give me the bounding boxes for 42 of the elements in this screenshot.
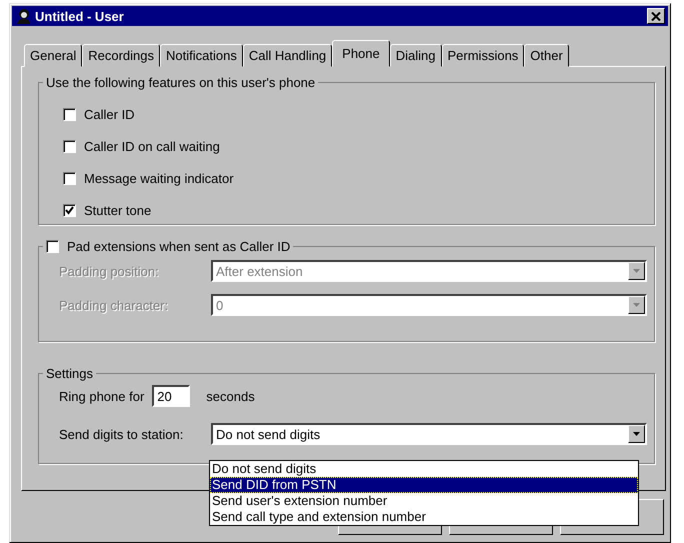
- close-icon: [651, 12, 661, 20]
- dropdown-option[interactable]: Send call type and extension number: [210, 509, 638, 525]
- person-icon: [15, 8, 31, 24]
- field-label: Ring phone for: [59, 388, 144, 404]
- caret-icon: [633, 269, 640, 273]
- tab[interactable]: Permissions: [442, 44, 524, 67]
- field-label: Send digits to station:: [59, 426, 184, 442]
- checkbox-option[interactable]: Pad extensions when sent as Caller ID: [46, 239, 290, 254]
- close-button[interactable]: [647, 8, 665, 24]
- dropdown-field[interactable]: Do not send digits: [211, 423, 647, 445]
- group-title: Settings: [45, 366, 94, 381]
- dropdown-button[interactable]: [628, 296, 645, 314]
- tab[interactable]: Other: [524, 44, 569, 67]
- ring-input[interactable]: 20: [152, 385, 190, 407]
- dropdown-option[interactable]: Send DID from PSTN: [210, 477, 638, 493]
- tab[interactable]: Call Handling: [242, 44, 332, 67]
- tab[interactable]: Dialing: [390, 44, 442, 67]
- checkbox-option[interactable]: Caller ID: [63, 98, 654, 130]
- dropdown-option[interactable]: Do not send digits: [210, 461, 638, 477]
- dropdown-button[interactable]: [628, 262, 645, 280]
- window-title: Untitled - User: [35, 8, 125, 24]
- group-title: Use the following features on this user's phone: [45, 75, 316, 90]
- check-icon: [65, 206, 74, 214]
- checkbox[interactable]: [63, 140, 76, 152]
- checkbox[interactable]: [63, 172, 76, 184]
- caret-icon: [633, 432, 640, 436]
- dropdown-option[interactable]: Send user's extension number: [210, 493, 638, 509]
- dropdown-button[interactable]: [628, 425, 645, 443]
- field-label: Padding character:: [59, 298, 170, 312]
- tab[interactable]: Notifications: [160, 44, 243, 67]
- field-label: Padding position:: [59, 264, 160, 278]
- checkbox[interactable]: [63, 108, 76, 120]
- checkbox-option[interactable]: Message waiting indicator: [63, 162, 654, 194]
- caret-icon: [633, 303, 640, 307]
- checkbox[interactable]: [46, 240, 59, 253]
- checkbox[interactable]: [63, 204, 76, 216]
- tab[interactable]: Phone: [332, 40, 390, 67]
- checkbox-option[interactable]: Caller ID on call waiting: [63, 130, 654, 162]
- tab[interactable]: Recordings: [82, 44, 160, 67]
- tab[interactable]: General: [24, 44, 82, 67]
- checkbox-option[interactable]: Stutter tone: [63, 194, 654, 226]
- unit-label: seconds: [206, 388, 255, 404]
